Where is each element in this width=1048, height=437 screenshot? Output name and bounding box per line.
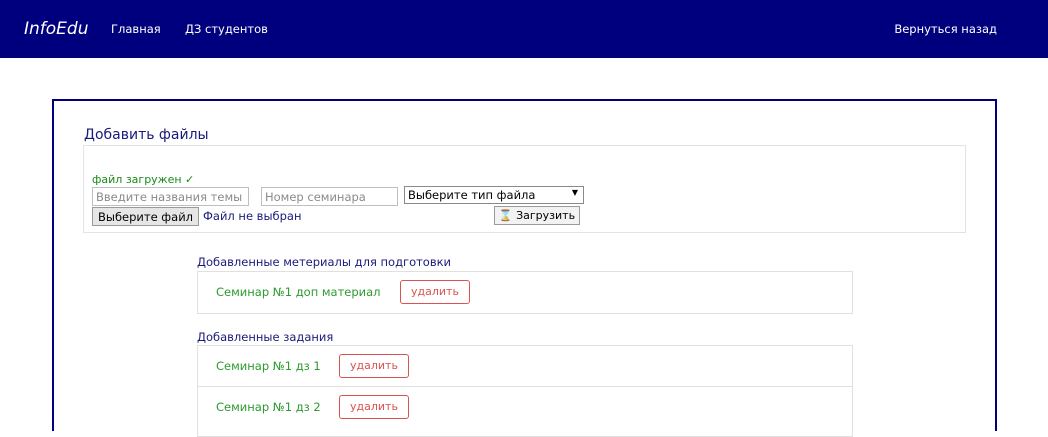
- add-files-title: Добавить файлы: [84, 127, 209, 143]
- file-type-select-value: Выберите тип файла: [408, 188, 536, 202]
- list-item: Семинар №1 доп материал удалить: [198, 272, 852, 312]
- task-name: Семинар №1 дз 1: [216, 359, 321, 373]
- chevron-down-icon: ▼: [571, 188, 578, 197]
- task-name: Семинар №1 дз 2: [216, 400, 321, 414]
- tasks-section-title: Добавленные задания: [197, 330, 334, 344]
- seminar-number-input[interactable]: [261, 187, 398, 206]
- content-card: Добавить файлы файл загружен ✓ Выберите …: [52, 99, 997, 437]
- file-type-select[interactable]: Выберите тип файла ▼: [404, 186, 584, 204]
- delete-button[interactable]: удалить: [339, 354, 409, 378]
- delete-button[interactable]: удалить: [339, 395, 409, 419]
- tasks-list: Семинар №1 дз 1 удалить Семинар №1 дз 2 …: [197, 345, 853, 437]
- nav-link-student-hw[interactable]: ДЗ студентов: [185, 22, 268, 36]
- back-link[interactable]: Вернуться назад: [894, 22, 997, 36]
- upload-panel: файл загружен ✓ Выберите тип файла ▼ Выб…: [83, 145, 966, 233]
- brand-logo[interactable]: InfoEdu: [24, 19, 88, 39]
- list-item: Семинар №1 дз 2 удалить: [198, 387, 852, 427]
- no-file-label: Файл не выбран: [203, 209, 302, 223]
- nav-link-home[interactable]: Главная: [111, 22, 161, 36]
- materials-list: Семинар №1 доп материал удалить: [197, 271, 853, 314]
- materials-section-title: Добавленные метериалы для подготовки: [197, 255, 452, 269]
- topic-input[interactable]: [92, 187, 249, 206]
- delete-button[interactable]: удалить: [400, 280, 470, 304]
- top-navbar: InfoEdu Главная ДЗ студентов Вернуться н…: [0, 0, 1048, 58]
- upload-button[interactable]: ⌛ Загрузить: [494, 206, 580, 225]
- list-item: Семинар №1 дз 1 удалить: [198, 346, 852, 387]
- upload-status: файл загружен ✓: [92, 173, 195, 186]
- choose-file-button[interactable]: Выберите файл: [92, 207, 199, 226]
- material-name: Семинар №1 доп материал: [216, 285, 381, 299]
